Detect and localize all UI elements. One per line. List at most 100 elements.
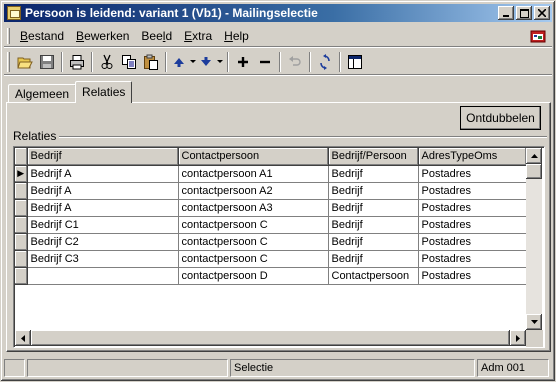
cell-bedrijf[interactable]: Bedrijf A [27, 199, 179, 217]
move-up-dropdown[interactable] [188, 51, 197, 73]
cell-contactpersoon[interactable]: contactpersoon A3 [178, 199, 329, 217]
row-selector[interactable] [15, 199, 28, 217]
move-down-dropdown[interactable] [215, 51, 224, 73]
row-selector[interactable] [15, 233, 28, 251]
printer-icon [70, 54, 84, 69]
toolbar-separator [279, 51, 281, 72]
app-icon[interactable] [7, 6, 21, 20]
scroll-up-button[interactable] [526, 148, 542, 164]
cell-bedrijf[interactable]: Bedrijf C2 [27, 233, 179, 251]
cell-adrestype[interactable]: Postadres [418, 165, 527, 183]
status-panel-1 [4, 359, 25, 377]
horizontal-scroll-thumb[interactable] [31, 330, 510, 346]
print-button[interactable] [66, 51, 88, 73]
cell-adrestype[interactable]: Postadres [418, 182, 527, 200]
row-selector[interactable] [15, 216, 28, 234]
horizontal-scrollbar[interactable] [15, 330, 526, 346]
toolbar-grip[interactable] [7, 51, 10, 72]
open-button[interactable] [14, 51, 36, 73]
menu-bestand[interactable]: Bestand [14, 29, 70, 43]
mdi-window-icon[interactable] [530, 29, 546, 43]
scroll-left-button[interactable] [15, 330, 31, 346]
table-row[interactable]: Bedrijf A contactpersoon A2 Bedrijf Post… [15, 182, 527, 200]
save-button[interactable] [36, 51, 58, 73]
menubar-grip[interactable] [7, 27, 10, 44]
column-header-adrestypeoms[interactable]: AdresTypeOms [418, 148, 527, 166]
move-up-button[interactable] [170, 51, 188, 73]
cell-adrestype[interactable]: Postadres [418, 267, 527, 285]
cell-bedrijf[interactable]: Bedrijf C3 [27, 250, 179, 268]
cell-bedrijf-persoon[interactable]: Bedrijf [328, 182, 419, 200]
window-layout-icon [348, 54, 362, 69]
vertical-scrollbar[interactable] [526, 148, 542, 330]
menu-extra[interactable]: Extra [178, 29, 218, 43]
vertical-scroll-thumb[interactable] [526, 164, 542, 179]
cell-adrestype[interactable]: Postadres [418, 250, 527, 268]
column-header-bedrijf-persoon[interactable]: Bedrijf/Persoon [328, 148, 419, 166]
minimize-button[interactable] [498, 6, 514, 20]
cell-bedrijf-persoon[interactable]: Bedrijf [328, 250, 419, 268]
column-header-bedrijf[interactable]: Bedrijf [27, 148, 179, 166]
close-button[interactable] [534, 6, 550, 20]
paste-button[interactable] [140, 51, 162, 73]
tab-relaties[interactable]: Relaties [75, 81, 133, 103]
cell-bedrijf[interactable]: Bedrijf C1 [27, 216, 179, 234]
table-row[interactable]: contactpersoon D Contactpersoon Postadre… [15, 267, 527, 285]
menu-beeld[interactable]: Beeld [135, 29, 178, 43]
toolbar-separator [227, 51, 229, 72]
remove-button[interactable] [254, 51, 276, 73]
cell-adrestype[interactable]: Postadres [418, 216, 527, 234]
menu-bar: Bestand Bewerken Beeld Extra Help [4, 25, 552, 47]
scroll-left-arrow-icon [21, 334, 25, 342]
cell-adrestype[interactable]: Postadres [418, 233, 527, 251]
scroll-right-button[interactable] [510, 330, 526, 346]
relaties-group-label: Relaties [13, 129, 60, 143]
cell-bedrijf[interactable]: Bedrijf A [27, 165, 179, 183]
title-bar[interactable]: Persoon is leidend: variant 1 (Vb1) - Ma… [4, 4, 552, 22]
row-selector[interactable] [15, 182, 28, 200]
row-selector[interactable] [15, 250, 28, 268]
layout-button[interactable] [344, 51, 366, 73]
cell-bedrijf-persoon[interactable]: Bedrijf [328, 165, 419, 183]
menu-help[interactable]: Help [218, 29, 255, 43]
table-row[interactable]: Bedrijf C3 contactpersoon C Bedrijf Post… [15, 250, 527, 268]
add-button[interactable] [232, 51, 254, 73]
cell-contactpersoon[interactable]: contactpersoon A1 [178, 165, 329, 183]
cell-contactpersoon[interactable]: contactpersoon D [178, 267, 329, 285]
table-row[interactable]: Bedrijf C2 contactpersoon C Bedrijf Post… [15, 233, 527, 251]
cell-contactpersoon[interactable]: contactpersoon C [178, 250, 329, 268]
cell-bedrijf-persoon[interactable]: Contactpersoon [328, 267, 419, 285]
tab-algemeen[interactable]: Algemeen [8, 84, 77, 103]
header-corner[interactable] [15, 148, 28, 166]
plus-icon [238, 56, 248, 67]
cell-bedrijf-persoon[interactable]: Bedrijf [328, 233, 419, 251]
ontdubbelen-button[interactable]: Ontdubbelen [460, 106, 541, 130]
toolbar-separator [165, 51, 167, 72]
copy-button[interactable] [118, 51, 140, 73]
relaties-grid[interactable]: Bedrijf Contactpersoon Bedrijf/Persoon A… [13, 146, 545, 348]
move-down-button[interactable] [197, 51, 215, 73]
cut-button[interactable] [96, 51, 118, 73]
row-selector[interactable] [15, 267, 28, 285]
scroll-down-button[interactable] [526, 314, 542, 330]
undo-button[interactable] [284, 51, 306, 73]
table-row[interactable]: Bedrijf C1 contactpersoon C Bedrijf Post… [15, 216, 527, 234]
menu-bewerken[interactable]: Bewerken [70, 29, 135, 43]
maximize-button[interactable] [516, 6, 532, 20]
cell-bedrijf-persoon[interactable]: Bedrijf [328, 216, 419, 234]
cell-bedrijf-persoon[interactable]: Bedrijf [328, 199, 419, 217]
cell-adrestype[interactable]: Postadres [418, 199, 527, 217]
cell-contactpersoon[interactable]: contactpersoon C [178, 233, 329, 251]
table-row[interactable]: Bedrijf A contactpersoon A3 Bedrijf Post… [15, 199, 527, 217]
cell-contactpersoon[interactable]: contactpersoon C [178, 216, 329, 234]
refresh-button[interactable] [314, 51, 336, 73]
table-row[interactable]: ▶ Bedrijf A contactpersoon A1 Bedrijf Po… [15, 165, 527, 183]
column-header-contactpersoon[interactable]: Contactpersoon [178, 148, 329, 166]
cell-bedrijf[interactable]: Bedrijf A [27, 182, 179, 200]
current-row-indicator[interactable]: ▶ [15, 165, 28, 183]
cell-contactpersoon[interactable]: contactpersoon A2 [178, 182, 329, 200]
paste-clipboard-icon [144, 54, 158, 70]
copy-icon [122, 54, 136, 69]
cell-bedrijf[interactable] [27, 267, 179, 285]
maximize-icon [519, 8, 529, 18]
